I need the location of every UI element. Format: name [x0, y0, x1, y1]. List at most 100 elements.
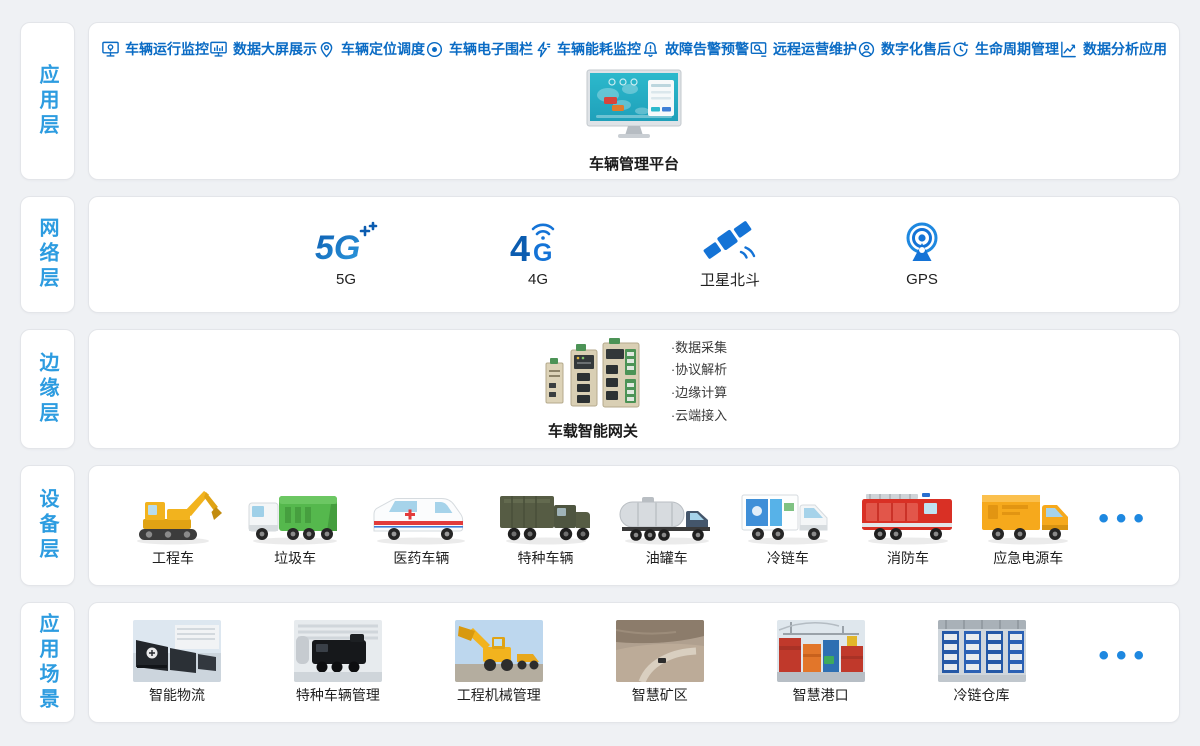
vehicle-management-platform: 车辆管理平台 — [101, 69, 1167, 174]
vehicle-label: 油罐车 — [646, 548, 688, 568]
app-feature-label: 车辆运行监控 — [125, 39, 209, 59]
sidebar-label-edge: 边缘层 — [20, 329, 75, 449]
scenario-image-smart-port — [777, 620, 865, 682]
scenario-label: 冷链仓库 — [954, 685, 1010, 705]
layer-row-application: 应用层 车辆运行监控 数据大屏展示 — [20, 22, 1180, 180]
app-feature-big-screen: 数据大屏展示 — [209, 39, 317, 59]
app-feature-location-dispatch: 车辆定位调度 — [317, 39, 425, 59]
vehicle-image-excavator — [123, 483, 223, 545]
edge-feature: ·云端接入 — [671, 405, 727, 428]
vehicle-card-special-truck: 特种车辆 — [496, 483, 596, 568]
vehicle-card-excavator: 工程车 — [123, 483, 223, 568]
platform-label: 车辆管理平台 — [589, 153, 679, 174]
svg-text:G: G — [533, 239, 552, 267]
scenario-image-smart-mine — [616, 620, 704, 682]
architecture-diagram: 应用层 车辆运行监控 数据大屏展示 — [0, 0, 1200, 746]
vehicle-label: 消防车 — [887, 548, 929, 568]
lifecycle-arrow-icon — [951, 40, 970, 59]
scenario-card-cold-chain-warehouse: 冷链仓库 — [938, 620, 1026, 705]
sidebar-label-application-text: 应用层 — [33, 64, 62, 139]
alarm-bell-icon — [641, 40, 660, 59]
vehicle-image-ambulance — [367, 483, 475, 545]
scenario-card-machinery-mgmt: 工程机械管理 — [455, 620, 543, 705]
gateway-label: 车载智能网关 — [548, 420, 638, 441]
layer-row-scenario: 应用场景 — [20, 602, 1180, 723]
vehicle-image-tanker — [616, 483, 718, 545]
network-panel: 5G 5G 4 G — [88, 196, 1180, 313]
vehicle-card-tanker: 油罐车 — [616, 483, 718, 568]
sidebar-label-scenario-text: 应用场景 — [33, 613, 62, 713]
edge-feature: ·边缘计算 — [671, 382, 727, 405]
satellite-icon — [700, 219, 760, 265]
edge-feature: ·数据采集 — [671, 337, 727, 360]
app-feature-label: 生命周期管理 — [975, 39, 1059, 59]
scenario-label: 特种车辆管理 — [296, 685, 380, 705]
app-feature-label: 故障告警预警 — [665, 39, 749, 59]
4g-logo-icon: 4 G — [509, 221, 567, 267]
vehicle-card-emergency-power-truck: 应急电源车 — [978, 483, 1078, 568]
scenario-image-machinery-mgmt — [455, 620, 543, 682]
svg-text:4: 4 — [510, 228, 530, 267]
vehicle-image-fire-truck — [858, 483, 958, 545]
gateway-devices-image — [541, 337, 645, 416]
network-item-beidou: 卫星北斗 — [695, 219, 765, 290]
device-more-dots: ••• — [1098, 519, 1151, 533]
app-feature-label: 数据大屏展示 — [233, 39, 317, 59]
platform-monitor-image — [582, 69, 686, 146]
device-panel: 工程车 — [88, 465, 1180, 586]
big-screen-icon — [209, 40, 228, 59]
network-item-5g: 5G 5G — [311, 221, 381, 288]
vehicle-label: 医药车辆 — [393, 548, 449, 568]
sidebar-label-application: 应用层 — [20, 22, 75, 180]
edge-feature-list: ·数据采集 ·协议解析 ·边缘计算 ·云端接入 — [671, 337, 727, 428]
scenario-label: 工程机械管理 — [457, 685, 541, 705]
vehicle-label: 应急电源车 — [993, 548, 1063, 568]
network-item-label: 4G — [528, 271, 548, 288]
scenario-image-cold-chain-warehouse — [938, 620, 1026, 682]
app-feature-lifecycle: 生命周期管理 — [951, 39, 1059, 59]
sidebar-label-edge-text: 边缘层 — [33, 352, 62, 427]
vehicle-image-emergency-power-truck — [978, 483, 1078, 545]
layer-row-network: 网络层 5G 5G 4 — [20, 196, 1180, 313]
remote-magnifier-icon — [749, 40, 768, 59]
geofence-target-icon — [425, 40, 444, 59]
vehicle-card-fire-truck: 消防车 — [858, 483, 958, 568]
monitor-camera-icon — [101, 40, 120, 59]
sidebar-label-scenario: 应用场景 — [20, 602, 75, 723]
app-feature-label: 远程运营维护 — [773, 39, 857, 59]
location-pin-icon — [317, 40, 336, 59]
vehicle-label: 工程车 — [152, 548, 194, 568]
scenario-card-smart-mine: 智慧矿区 — [616, 620, 704, 705]
vehicle-image-garbage-truck — [243, 483, 347, 545]
app-feature-label: 车辆能耗监控 — [557, 39, 641, 59]
network-item-4g: 4 G 4G — [503, 221, 573, 288]
scenario-label: 智慧港口 — [793, 685, 849, 705]
sidebar-label-network-text: 网络层 — [33, 217, 62, 292]
network-item-label: GPS — [906, 271, 938, 288]
app-feature-vehicle-monitoring: 车辆运行监控 — [101, 39, 209, 59]
scenario-label: 智能物流 — [149, 685, 205, 705]
scenario-more-dots: ••• — [1098, 656, 1151, 670]
app-feature-label: 数字化售后 — [881, 39, 951, 59]
vehicle-label: 垃圾车 — [274, 548, 316, 568]
layer-row-device: 设备层 — [20, 465, 1180, 586]
app-feature-label: 车辆定位调度 — [341, 39, 425, 59]
app-feature-label: 数据分析应用 — [1083, 39, 1167, 59]
scenario-image-smart-logistics — [133, 620, 221, 682]
app-feature-fault-alarm: 故障告警预警 — [641, 39, 749, 59]
vehicle-card-ambulance: 医药车辆 — [367, 483, 475, 568]
gps-beacon-icon — [899, 221, 945, 267]
scenario-label: 智慧矿区 — [632, 685, 688, 705]
line-chart-icon — [1059, 40, 1078, 59]
scenario-panel: 智能物流 特种车辆管理 — [88, 602, 1180, 723]
network-item-label: 5G — [336, 271, 356, 288]
vehicle-card-cold-chain-truck: 冷链车 — [738, 483, 838, 568]
app-feature-list: 车辆运行监控 数据大屏展示 车辆定位调度 — [101, 39, 1167, 59]
vehicle-image-special-truck — [496, 483, 596, 545]
energy-bolt-icon — [533, 40, 552, 59]
vehicle-image-cold-chain-truck — [738, 483, 838, 545]
application-panel: 车辆运行监控 数据大屏展示 车辆定位调度 — [88, 22, 1180, 180]
vehicle-card-garbage-truck: 垃圾车 — [243, 483, 347, 568]
sidebar-label-device-text: 设备层 — [33, 488, 62, 563]
scenario-card-special-vehicle-mgmt: 特种车辆管理 — [294, 620, 382, 705]
